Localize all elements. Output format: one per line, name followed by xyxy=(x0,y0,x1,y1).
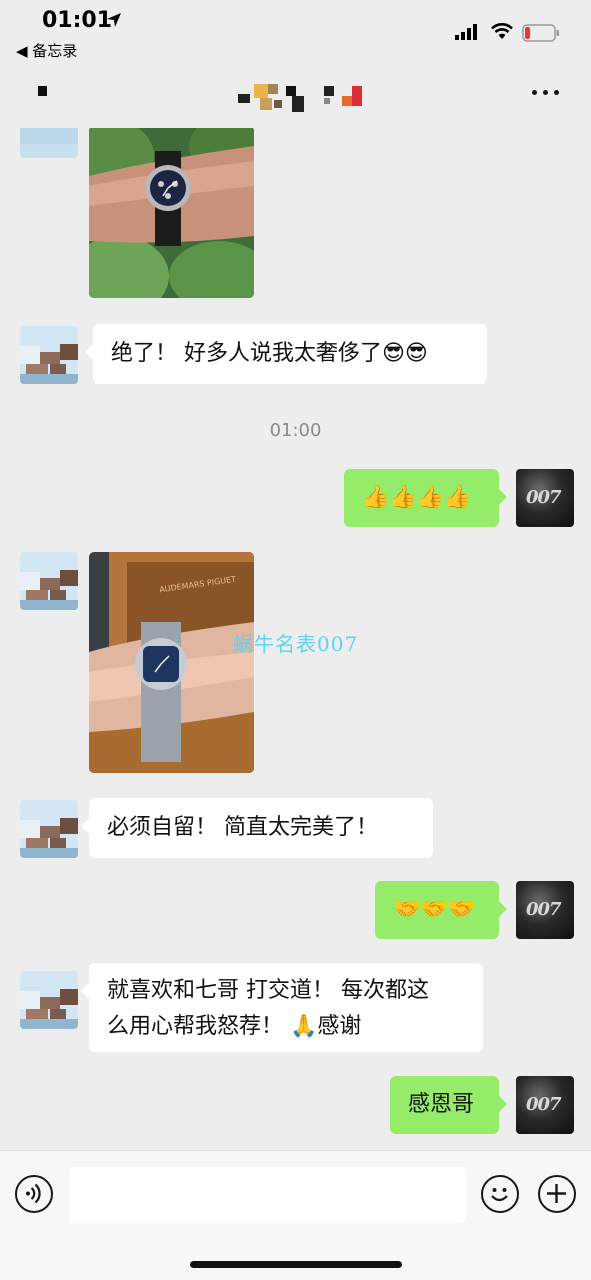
contact-avatar[interactable] xyxy=(20,971,78,1029)
emoji-icon[interactable] xyxy=(481,1175,519,1213)
my-avatar[interactable]: 007 xyxy=(516,1076,574,1134)
my-avatar[interactable]: 007 xyxy=(516,469,574,527)
contact-avatar[interactable] xyxy=(20,800,78,858)
more-icon[interactable] xyxy=(530,82,562,102)
input-toolbar xyxy=(0,1150,591,1280)
watermark-text: 蜗牛名表007 xyxy=(233,632,359,656)
avatar-logo: 007 xyxy=(526,1094,562,1115)
avatar-logo: 007 xyxy=(526,899,562,920)
message-bubble-outgoing[interactable]: 👍👍👍👍 xyxy=(344,469,507,527)
message-bubble-incoming[interactable]: 必须自留！ 简直太完美了！ xyxy=(81,798,433,858)
contact-avatar[interactable] xyxy=(20,552,78,610)
my-avatar[interactable]: 007 xyxy=(516,881,574,939)
message-text-line-2: 么用心帮我怒荐！ 🙏感谢 xyxy=(107,1014,362,1039)
plus-icon[interactable] xyxy=(538,1175,576,1213)
watch-photo-1[interactable] xyxy=(89,128,254,298)
status-time: 01:01 xyxy=(42,8,113,33)
back-to-app-link[interactable]: ◀ 备忘录 xyxy=(16,40,77,61)
status-bar: 01:01 ◀ 备忘录 xyxy=(0,0,591,60)
message-bubble-incoming[interactable]: 就喜欢和七哥 打交道！ 每次都这 么用心帮我怒荐！ 🙏感谢 xyxy=(81,963,483,1052)
signal-icon xyxy=(455,24,477,40)
battery-icon xyxy=(522,24,559,42)
location-arrow-icon xyxy=(107,13,121,27)
message-bubble-incoming[interactable]: 绝了！ 好多人说我太奢侈了😎😎 xyxy=(85,324,487,384)
wifi-icon xyxy=(491,23,513,39)
contact-avatar[interactable] xyxy=(20,326,78,384)
message-timestamp: 01:00 xyxy=(269,420,322,441)
chat-header xyxy=(0,60,591,128)
message-text: 👍👍👍👍 xyxy=(362,485,472,510)
watch-photo-2[interactable]: AUDEMARS PIGUET xyxy=(89,552,254,773)
avatar-logo: 007 xyxy=(526,487,562,508)
voice-icon[interactable] xyxy=(15,1175,53,1213)
message-text: 感恩哥 xyxy=(408,1092,475,1117)
message-text-line-1: 就喜欢和七哥 打交道！ 每次都这 xyxy=(107,978,429,1003)
message-text: 绝了！ 好多人说我太奢侈了😎😎 xyxy=(111,341,428,366)
message-bubble-outgoing[interactable]: 感恩哥 xyxy=(390,1076,507,1134)
home-indicator[interactable] xyxy=(190,1261,402,1268)
contact-avatar[interactable] xyxy=(20,128,78,158)
message-text: 🤝🤝🤝 xyxy=(393,897,476,922)
message-input[interactable] xyxy=(69,1167,466,1223)
message-text: 必须自留！ 简直太完美了！ xyxy=(107,815,378,840)
message-bubble-outgoing[interactable]: 🤝🤝🤝 xyxy=(375,881,507,939)
